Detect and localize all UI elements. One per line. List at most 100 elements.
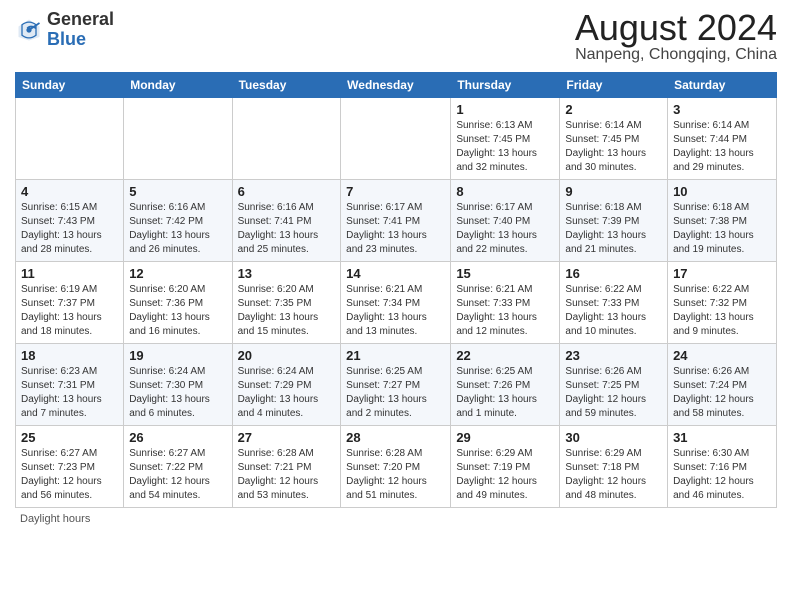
day-number: 12 xyxy=(129,266,226,281)
day-number: 20 xyxy=(238,348,336,363)
calendar-cell: 15Sunrise: 6:21 AM Sunset: 7:33 PM Dayli… xyxy=(451,262,560,344)
calendar-cell xyxy=(124,98,232,180)
calendar-cell: 27 Sunrise: 6:28 AM Sunset: 7:21 PM Dayli… xyxy=(232,426,341,508)
day-info: Sunrise: 6:14 AM Sunset: 7:45 PM Dayligh… xyxy=(565,119,662,175)
day-info: Sunrise: 6:29 AM Sunset: 7:19 PM Dayligh… xyxy=(456,447,554,503)
calendar-cell: 4 Sunrise: 6:15 AM Sunset: 7:43 PM Daylig… xyxy=(16,180,124,262)
day-number: 9 xyxy=(565,184,662,199)
day-info: Sunrise: 6:22 AM Sunset: 7:33 PM Dayligh… xyxy=(565,283,662,339)
location-subtitle: Nanpeng, Chongqing, China xyxy=(575,46,777,64)
calendar-cell: 2 Sunrise: 6:14 AM Sunset: 7:45 PM Daylig… xyxy=(560,98,668,180)
calendar-cell: 9 Sunrise: 6:18 AM Sunset: 7:39 PM Daylig… xyxy=(560,180,668,262)
day-info: Sunrise: 6:26 AM Sunset: 7:24 PM Dayligh… xyxy=(673,365,771,421)
calendar-cell: 19Sunrise: 6:24 AM Sunset: 7:30 PM Dayli… xyxy=(124,344,232,426)
calendar-cell: 31Sunrise: 6:30 AM Sunset: 7:16 PM Dayli… xyxy=(668,426,777,508)
day-number: 14 xyxy=(346,266,445,281)
day-number: 17 xyxy=(673,266,771,281)
calendar-cell: 28 Sunrise: 6:28 AM Sunset: 7:20 PM Dayli… xyxy=(341,426,451,508)
day-info: Sunrise: 6:25 AM Sunset: 7:26 PM Dayligh… xyxy=(456,365,554,421)
calendar-cell: 13 Sunrise: 6:20 AM Sunset: 7:35 PM Dayli… xyxy=(232,262,341,344)
calendar-cell: 6 Sunrise: 6:16 AM Sunset: 7:41 PM Daylig… xyxy=(232,180,341,262)
day-info: Sunrise: 6:20 AM Sunset: 7:36 PM Dayligh… xyxy=(129,283,226,339)
day-info: Sunrise: 6:28 AM Sunset: 7:21 PM Dayligh… xyxy=(238,447,336,503)
day-info: Sunrise: 6:17 AM Sunset: 7:40 PM Dayligh… xyxy=(456,201,554,257)
day-info: Sunrise: 6:27 AM Sunset: 7:22 PM Dayligh… xyxy=(129,447,226,503)
calendar-cell: 29 Sunrise: 6:29 AM Sunset: 7:19 PM Dayli… xyxy=(451,426,560,508)
day-number: 26 xyxy=(129,430,226,445)
day-number: 4 xyxy=(21,184,118,199)
footer: Daylight hours xyxy=(15,513,777,525)
calendar-cell: 3Sunrise: 6:14 AM Sunset: 7:44 PM Daylig… xyxy=(668,98,777,180)
day-info: Sunrise: 6:24 AM Sunset: 7:29 PM Dayligh… xyxy=(238,365,336,421)
day-number: 19 xyxy=(129,348,226,363)
day-info: Sunrise: 6:25 AM Sunset: 7:27 PM Dayligh… xyxy=(346,365,445,421)
header-row: Sunday Monday Tuesday Wednesday Thursday… xyxy=(16,73,777,98)
day-info: Sunrise: 6:16 AM Sunset: 7:41 PM Dayligh… xyxy=(238,201,336,257)
col-monday: Monday xyxy=(124,73,232,98)
day-info: Sunrise: 6:28 AM Sunset: 7:20 PM Dayligh… xyxy=(346,447,445,503)
logo: General Blue xyxy=(15,10,114,50)
day-number: 10 xyxy=(673,184,771,199)
day-number: 27 xyxy=(238,430,336,445)
week-row-1: 1 Sunrise: 6:13 AM Sunset: 7:45 PM Daylig… xyxy=(16,98,777,180)
calendar-cell: 20 Sunrise: 6:24 AM Sunset: 7:29 PM Dayli… xyxy=(232,344,341,426)
calendar-cell: 24 Sunrise: 6:26 AM Sunset: 7:24 PM Dayli… xyxy=(668,344,777,426)
header: General Blue August 2024 Nanpeng, Chongq… xyxy=(15,10,777,64)
day-number: 23 xyxy=(565,348,662,363)
day-number: 6 xyxy=(238,184,336,199)
calendar-cell xyxy=(341,98,451,180)
day-info: Sunrise: 6:27 AM Sunset: 7:23 PM Dayligh… xyxy=(21,447,118,503)
day-info: Sunrise: 6:18 AM Sunset: 7:39 PM Dayligh… xyxy=(565,201,662,257)
week-row-4: 18 Sunrise: 6:23 AM Sunset: 7:31 PM Dayli… xyxy=(16,344,777,426)
calendar-cell: 18 Sunrise: 6:23 AM Sunset: 7:31 PM Dayli… xyxy=(16,344,124,426)
day-number: 7 xyxy=(346,184,445,199)
day-number: 11 xyxy=(21,266,118,281)
main-container: General Blue August 2024 Nanpeng, Chongq… xyxy=(0,0,792,530)
day-info: Sunrise: 6:20 AM Sunset: 7:35 PM Dayligh… xyxy=(238,283,336,339)
day-info: Sunrise: 6:13 AM Sunset: 7:45 PM Dayligh… xyxy=(456,119,554,175)
calendar-cell: 1 Sunrise: 6:13 AM Sunset: 7:45 PM Daylig… xyxy=(451,98,560,180)
day-number: 13 xyxy=(238,266,336,281)
day-number: 8 xyxy=(456,184,554,199)
day-info: Sunrise: 6:17 AM Sunset: 7:41 PM Dayligh… xyxy=(346,201,445,257)
day-number: 5 xyxy=(129,184,226,199)
day-number: 28 xyxy=(346,430,445,445)
calendar-cell: 25Sunrise: 6:27 AM Sunset: 7:23 PM Dayli… xyxy=(16,426,124,508)
logo-text: General Blue xyxy=(47,10,114,50)
day-number: 29 xyxy=(456,430,554,445)
calendar-cell: 11Sunrise: 6:19 AM Sunset: 7:37 PM Dayli… xyxy=(16,262,124,344)
calendar-cell: 22 Sunrise: 6:25 AM Sunset: 7:26 PM Dayli… xyxy=(451,344,560,426)
day-info: Sunrise: 6:15 AM Sunset: 7:43 PM Dayligh… xyxy=(21,201,118,257)
day-number: 16 xyxy=(565,266,662,281)
day-number: 15 xyxy=(456,266,554,281)
col-tuesday: Tuesday xyxy=(232,73,341,98)
day-number: 22 xyxy=(456,348,554,363)
calendar-cell: 8 Sunrise: 6:17 AM Sunset: 7:40 PM Daylig… xyxy=(451,180,560,262)
col-thursday: Thursday xyxy=(451,73,560,98)
calendar-cell: 12 Sunrise: 6:20 AM Sunset: 7:36 PM Dayli… xyxy=(124,262,232,344)
calendar-cell xyxy=(232,98,341,180)
title-block: August 2024 Nanpeng, Chongqing, China xyxy=(575,10,777,64)
col-friday: Friday xyxy=(560,73,668,98)
day-info: Sunrise: 6:26 AM Sunset: 7:25 PM Dayligh… xyxy=(565,365,662,421)
calendar-cell: 5 Sunrise: 6:16 AM Sunset: 7:42 PM Daylig… xyxy=(124,180,232,262)
day-number: 2 xyxy=(565,102,662,117)
day-info: Sunrise: 6:23 AM Sunset: 7:31 PM Dayligh… xyxy=(21,365,118,421)
day-number: 24 xyxy=(673,348,771,363)
logo-general: General xyxy=(47,9,114,29)
day-info: Sunrise: 6:16 AM Sunset: 7:42 PM Dayligh… xyxy=(129,201,226,257)
day-info: Sunrise: 6:18 AM Sunset: 7:38 PM Dayligh… xyxy=(673,201,771,257)
week-row-5: 25Sunrise: 6:27 AM Sunset: 7:23 PM Dayli… xyxy=(16,426,777,508)
day-info: Sunrise: 6:14 AM Sunset: 7:44 PM Dayligh… xyxy=(673,119,771,175)
calendar-cell: 10 Sunrise: 6:18 AM Sunset: 7:38 PM Dayli… xyxy=(668,180,777,262)
day-number: 1 xyxy=(456,102,554,117)
calendar-cell: 16 Sunrise: 6:22 AM Sunset: 7:33 PM Dayli… xyxy=(560,262,668,344)
day-info: Sunrise: 6:29 AM Sunset: 7:18 PM Dayligh… xyxy=(565,447,662,503)
col-saturday: Saturday xyxy=(668,73,777,98)
day-number: 30 xyxy=(565,430,662,445)
calendar-cell: 30 Sunrise: 6:29 AM Sunset: 7:18 PM Dayli… xyxy=(560,426,668,508)
calendar-cell: 23 Sunrise: 6:26 AM Sunset: 7:25 PM Dayli… xyxy=(560,344,668,426)
day-number: 18 xyxy=(21,348,118,363)
calendar-cell: 7 Sunrise: 6:17 AM Sunset: 7:41 PM Daylig… xyxy=(341,180,451,262)
calendar-cell: 21Sunrise: 6:25 AM Sunset: 7:27 PM Dayli… xyxy=(341,344,451,426)
